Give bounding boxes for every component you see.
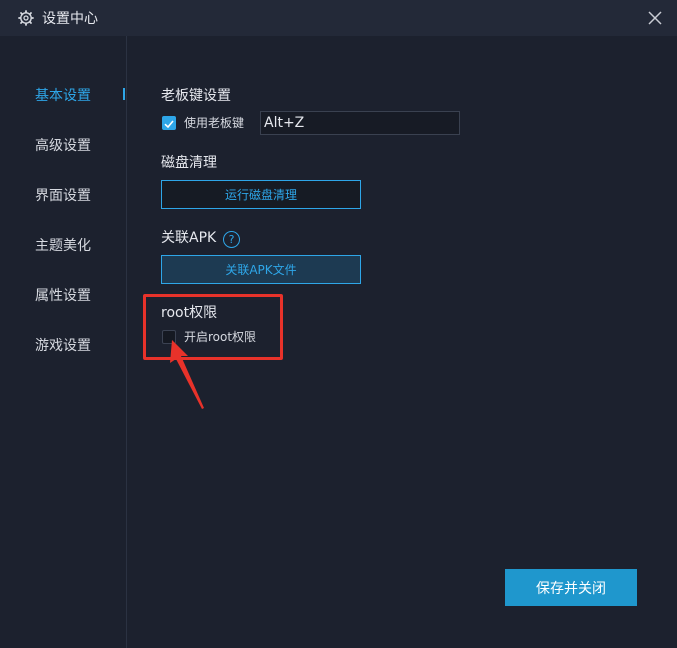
- boss-key-checkbox[interactable]: [162, 116, 176, 130]
- associate-apk-button[interactable]: 关联APK文件: [161, 255, 361, 284]
- disk-cleanup-title: 磁盘清理: [161, 155, 217, 171]
- checkmark-icon: [164, 120, 174, 129]
- hotkey-input[interactable]: Alt+Z: [260, 111, 460, 135]
- apk-title: 关联APK: [161, 230, 217, 246]
- sidebar-item-properties[interactable]: 属性设置: [35, 287, 91, 305]
- sidebar-item-interface[interactable]: 界面设置: [35, 187, 91, 205]
- boss-key-title: 老板键设置: [161, 88, 231, 104]
- gear-icon: [18, 10, 34, 26]
- run-disk-cleanup-button[interactable]: 运行磁盘清理: [161, 180, 361, 209]
- question-circle-icon[interactable]: ?: [223, 231, 240, 248]
- sidebar-item-theme[interactable]: 主题美化: [35, 237, 91, 255]
- annotation-arrow: [170, 340, 204, 409]
- title-bar: 设置中心: [0, 0, 677, 36]
- close-icon[interactable]: [643, 6, 667, 30]
- sidebar-item-advanced[interactable]: 高级设置: [35, 137, 91, 155]
- window-title: 设置中心: [42, 11, 98, 27]
- save-and-close-button[interactable]: 保存并关闭: [505, 569, 637, 606]
- sidebar-item-basic[interactable]: 基本设置: [35, 87, 91, 105]
- sidebar-item-game[interactable]: 游戏设置: [35, 337, 91, 355]
- boss-key-label: 使用老板键: [184, 116, 245, 130]
- active-indicator: [123, 88, 125, 100]
